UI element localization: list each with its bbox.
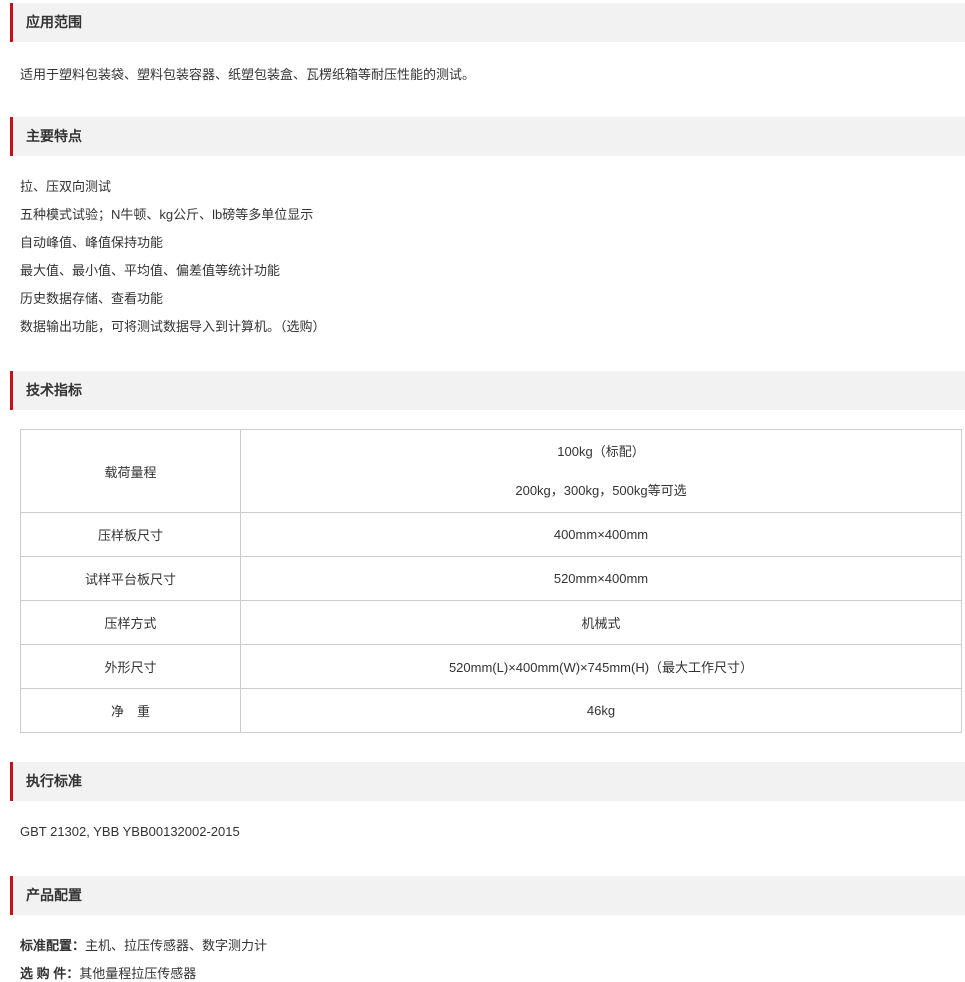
spec-value-line: 200kg，300kg，500kg等可选 [515, 482, 687, 498]
section-title-application: 应用范围 [26, 14, 82, 30]
spec-value-line: 100kg（标配） [557, 443, 645, 459]
section-title-features: 主要特点 [26, 128, 82, 144]
config-optional-value: 其他量程拉压传感器 [79, 966, 197, 981]
feature-item: 历史数据存储、查看功能 [20, 291, 164, 306]
table-row: 载荷量程 100kg（标配） 200kg，300kg，500kg等可选 [20, 429, 962, 513]
table-row: 外形尺寸 520mm(L)×400mm(W)×745mm(H)（最大工作尺寸） [20, 644, 962, 689]
feature-item: 自动峰值、峰值保持功能 [20, 235, 164, 250]
section-header-standards: 执行标准 [10, 762, 965, 801]
section-title-specs: 技术指标 [26, 382, 82, 398]
feature-item: 五种模式试验；N牛顿、kg公斤、lb磅等多单位显示 [20, 207, 314, 222]
section-header-config: 产品配置 [10, 876, 965, 915]
config-standard: 标准配置：主机、拉压传感器、数字测力计 [20, 938, 267, 954]
section-header-features: 主要特点 [10, 117, 965, 156]
section-header-application: 应用范围 [10, 3, 965, 42]
spec-key: 净 重 [20, 688, 241, 733]
feature-item: 最大值、最小值、平均值、偏差值等统计功能 [20, 263, 281, 278]
config-optional-label: 选 购 件： [20, 966, 80, 981]
spec-value: 520mm×400mm [240, 556, 962, 601]
standards-text: GBT 21302, YBB YBB00132002-2015 [20, 824, 240, 839]
table-row: 压样方式 机械式 [20, 600, 962, 645]
spec-key: 载荷量程 [20, 429, 241, 513]
table-row: 净 重 46kg [20, 688, 962, 733]
feature-list: 拉、压双向测试 五种模式试验；N牛顿、kg公斤、lb磅等多单位显示 自动峰值、峰… [20, 179, 326, 347]
config-standard-value: 主机、拉压传感器、数字测力计 [85, 938, 268, 953]
spec-key: 外形尺寸 [20, 644, 241, 689]
spec-value: 100kg（标配） 200kg，300kg，500kg等可选 [240, 429, 962, 513]
spec-value: 400mm×400mm [240, 512, 962, 557]
section-title-config: 产品配置 [26, 887, 82, 903]
table-row: 压样板尺寸 400mm×400mm [20, 512, 962, 557]
spec-key: 试样平台板尺寸 [20, 556, 241, 601]
spec-key: 压样板尺寸 [20, 512, 241, 557]
spec-value: 46kg [240, 688, 962, 733]
spec-value: 机械式 [240, 600, 962, 645]
table-row: 试样平台板尺寸 520mm×400mm [20, 556, 962, 601]
section-title-standards: 执行标准 [26, 773, 82, 789]
application-text: 适用于塑料包装袋、塑料包装容器、纸塑包装盒、瓦楞纸箱等耐压性能的测试。 [20, 67, 476, 82]
spec-table: 载荷量程 100kg（标配） 200kg，300kg，500kg等可选 压样板尺… [20, 429, 962, 733]
config-optional: 选 购 件：其他量程拉压传感器 [20, 966, 196, 982]
config-standard-label: 标准配置： [20, 938, 86, 953]
feature-item: 数据输出功能，可将测试数据导入到计算机。（选购） [20, 319, 326, 334]
section-header-specs: 技术指标 [10, 371, 965, 410]
spec-value: 520mm(L)×400mm(W)×745mm(H)（最大工作尺寸） [240, 644, 962, 689]
feature-item: 拉、压双向测试 [20, 179, 112, 194]
spec-key: 压样方式 [20, 600, 241, 645]
